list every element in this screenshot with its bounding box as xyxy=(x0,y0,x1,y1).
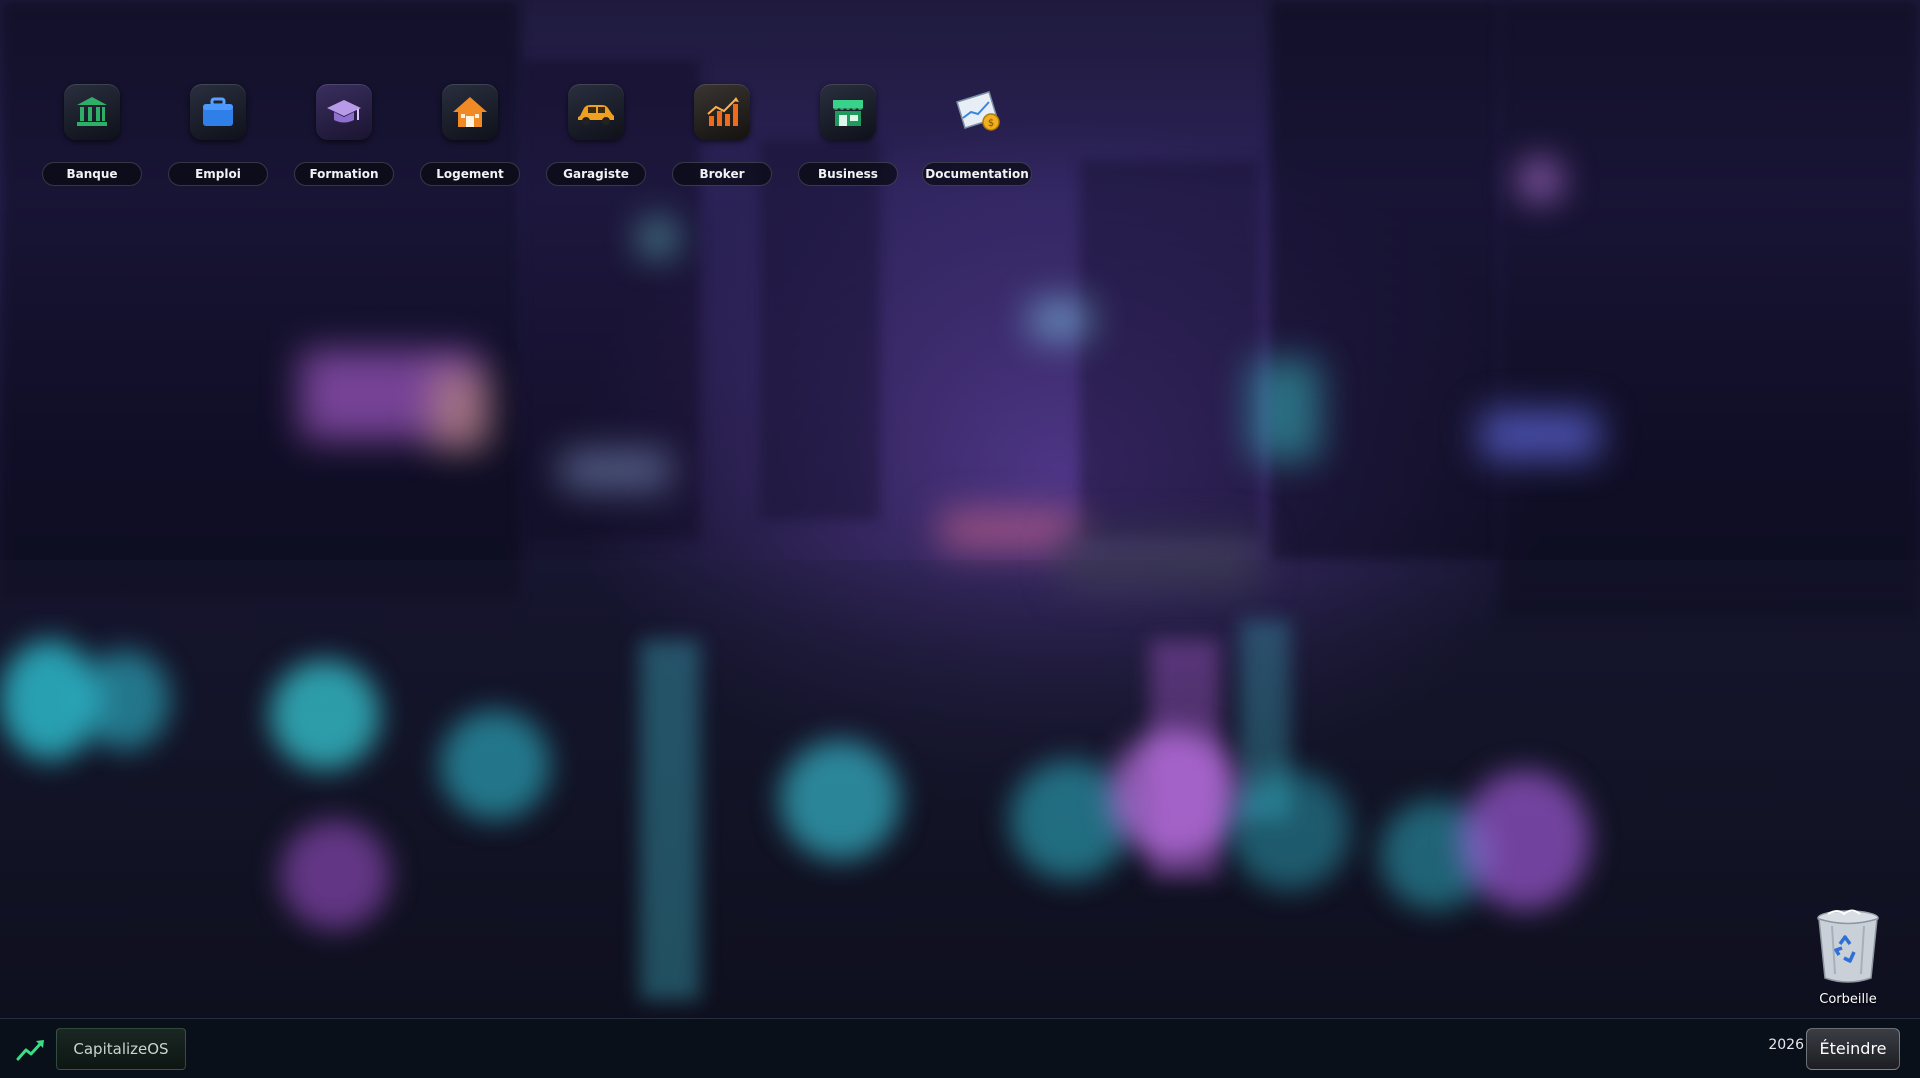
desktop-icon-label: Emploi xyxy=(168,162,268,186)
desktop-icon-broker[interactable]: Broker xyxy=(670,84,774,194)
recycle-bin-label: Corbeille xyxy=(1819,992,1877,1007)
desktop-icon-banque[interactable]: Banque xyxy=(40,84,144,194)
desktop-icon-label: Business xyxy=(798,162,898,186)
stock-chart-icon xyxy=(694,84,750,140)
desktop-icon-garagiste[interactable]: Garagiste xyxy=(544,84,648,194)
document-chart-icon: $ xyxy=(949,84,1005,140)
desktop-icon-label: Banque xyxy=(42,162,142,186)
desktop-icon-label: Documentation xyxy=(922,162,1032,186)
desktop-icon-corbeille[interactable]: Corbeille xyxy=(1808,904,1888,1012)
car-icon xyxy=(568,84,624,140)
clock-year: 2026 xyxy=(1768,1037,1804,1053)
desktop-icon-business[interactable]: Business xyxy=(796,84,900,194)
trend-up-icon[interactable] xyxy=(16,1037,46,1063)
start-button[interactable]: CapitalizeOS xyxy=(56,1028,186,1070)
house-icon xyxy=(442,84,498,140)
desktop-icon-logement[interactable]: Logement xyxy=(418,84,522,194)
storefront-icon xyxy=(820,84,876,140)
desktop-icon-label: Garagiste xyxy=(546,162,646,186)
desktop-icon-documentation[interactable]: $ Documentation xyxy=(922,84,1032,194)
desktop-icon-formation[interactable]: Formation xyxy=(292,84,396,194)
svg-text:$: $ xyxy=(988,118,994,129)
taskbar: CapitalizeOS 2026 Éteindre xyxy=(0,1018,1920,1078)
desktop-icon-label: Formation xyxy=(294,162,394,186)
desktop-icon-label: Broker xyxy=(672,162,772,186)
desktop: Banque Emploi Formation Logement Garagis… xyxy=(0,0,1920,1078)
shutdown-button[interactable]: Éteindre xyxy=(1806,1028,1900,1070)
graduation-cap-icon xyxy=(316,84,372,140)
briefcase-icon xyxy=(190,84,246,140)
desktop-icon-label: Logement xyxy=(420,162,520,186)
desktop-icon-emploi[interactable]: Emploi xyxy=(166,84,270,194)
bank-icon xyxy=(64,84,120,140)
recycle-bin-icon xyxy=(1814,908,1882,990)
